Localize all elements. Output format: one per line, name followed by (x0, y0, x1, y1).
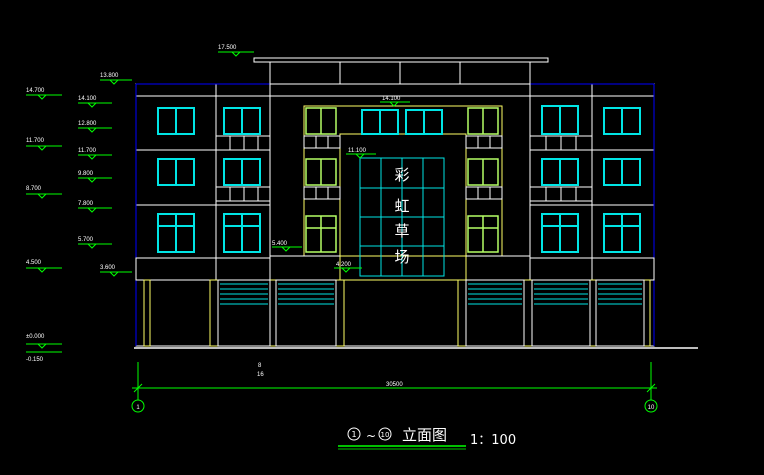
elevation-mark: 11.700 (26, 138, 62, 151)
ground-floor-openings (217, 279, 645, 347)
elevation-label: 11.700 (26, 138, 45, 144)
window (541, 213, 579, 253)
shutter (534, 283, 588, 305)
roof-parapet (253, 57, 549, 85)
elevation-mark: 8.700 (26, 186, 62, 199)
balcony-railing (303, 186, 341, 200)
title-tilde: ~ (366, 429, 376, 443)
shutter (468, 283, 522, 305)
window (223, 158, 261, 186)
elevation-label: 9.800 (78, 171, 94, 177)
elevation-drawing: 彩 虹 草 场 14.700 11.700 8.700 4.500 ±0.000… (26, 45, 698, 450)
window (157, 158, 195, 186)
shutter (278, 283, 334, 305)
ground-floor-columns (143, 279, 651, 347)
shutter (598, 283, 642, 305)
elevation-mark: 5.400 (272, 241, 302, 252)
title-axis-start: 1 (351, 430, 356, 439)
elevation-mark: 4.500 (26, 260, 62, 273)
title-scale: 1：100 (470, 433, 516, 448)
elevation-mark: 5.700 (78, 237, 112, 249)
axis-bubble-start: 1 (131, 399, 145, 413)
drawing-title: 1 ~ 10 立面图 1：100 (338, 426, 516, 450)
dimension-text: 8 (258, 363, 262, 369)
elevation-mark: 11.700 (78, 148, 112, 160)
elevation-mark: 14.700 (26, 88, 62, 100)
elevation-label: 13.800 (100, 73, 119, 79)
elevation-mark: 17.500 (218, 45, 254, 57)
signage-char: 彩 (394, 166, 409, 184)
window (223, 213, 261, 253)
elevation-label: 14.100 (78, 96, 97, 102)
elevation-mark: 14.100 (78, 96, 112, 108)
elevation-label: 14.100 (382, 96, 401, 102)
elevation-mark: 4.200 (334, 262, 362, 273)
signage-char: 虹 (394, 197, 409, 215)
axis-bubble-end: 10 (644, 399, 658, 413)
elevation-mark: 7.800 (78, 201, 112, 213)
signage-char: 场 (394, 248, 409, 266)
elevation-mark: 11.100 (346, 148, 376, 159)
dimension-total: 30500 (386, 382, 403, 388)
window (157, 107, 195, 135)
balcony-railing (529, 186, 593, 202)
elevation-mark: 12.800 (78, 121, 112, 133)
elevation-label: 17.500 (218, 45, 237, 51)
elevation-label: 11.700 (78, 148, 97, 154)
elevation-label: ±0.000 (26, 334, 45, 340)
elevation-label: 11.100 (348, 148, 367, 154)
balcony-railing (465, 135, 503, 149)
window (361, 109, 399, 135)
balcony-railing (465, 186, 503, 200)
elevation-mark: -0.150 (26, 351, 62, 363)
window (603, 213, 641, 253)
window (603, 158, 641, 186)
elevation-mark: ±0.000 (26, 334, 62, 349)
window (157, 213, 195, 253)
elevation-label: 8.700 (26, 186, 42, 192)
signage-char: 草 (394, 222, 409, 240)
balcony-railing (529, 135, 593, 151)
window (541, 158, 579, 186)
elevation-mark: 14.100 (380, 96, 410, 107)
balcony-railing (215, 135, 271, 151)
elevation-mark: 3.600 (100, 265, 132, 277)
elevation-label: -0.150 (26, 357, 44, 363)
elevation-mark: 13.800 (100, 73, 132, 85)
elevation-label: 5.700 (78, 237, 94, 243)
balcony-railing (215, 186, 271, 202)
window (405, 109, 443, 135)
elevation-marks-outer: 14.700 11.700 8.700 4.500 ±0.000 -0.150 (26, 88, 62, 363)
elevation-label: 4.500 (26, 260, 42, 266)
title-axis-end: 10 (381, 431, 390, 439)
window (603, 107, 641, 135)
axis-label: 10 (648, 405, 655, 411)
dimension-line (132, 362, 657, 400)
elevation-label: 14.700 (26, 88, 45, 94)
elevation-label: 5.400 (272, 241, 288, 247)
axis-label: 1 (136, 405, 140, 411)
dimension-text: 16 (257, 372, 264, 378)
window (223, 107, 261, 135)
shutter (220, 283, 268, 305)
window (541, 105, 579, 135)
elevation-label: 4.200 (336, 262, 352, 268)
elevation-marks-inner: 13.800 14.100 12.800 11.700 9.800 7.800 (78, 73, 132, 277)
elevation-label: 7.800 (78, 201, 94, 207)
balcony-railing (303, 135, 341, 149)
rolling-shutters (220, 283, 642, 305)
title-name: 立面图 (402, 426, 447, 444)
elevation-label: 3.600 (100, 265, 116, 271)
elevation-mark: 9.800 (78, 171, 112, 183)
elevation-label: 12.800 (78, 121, 97, 127)
